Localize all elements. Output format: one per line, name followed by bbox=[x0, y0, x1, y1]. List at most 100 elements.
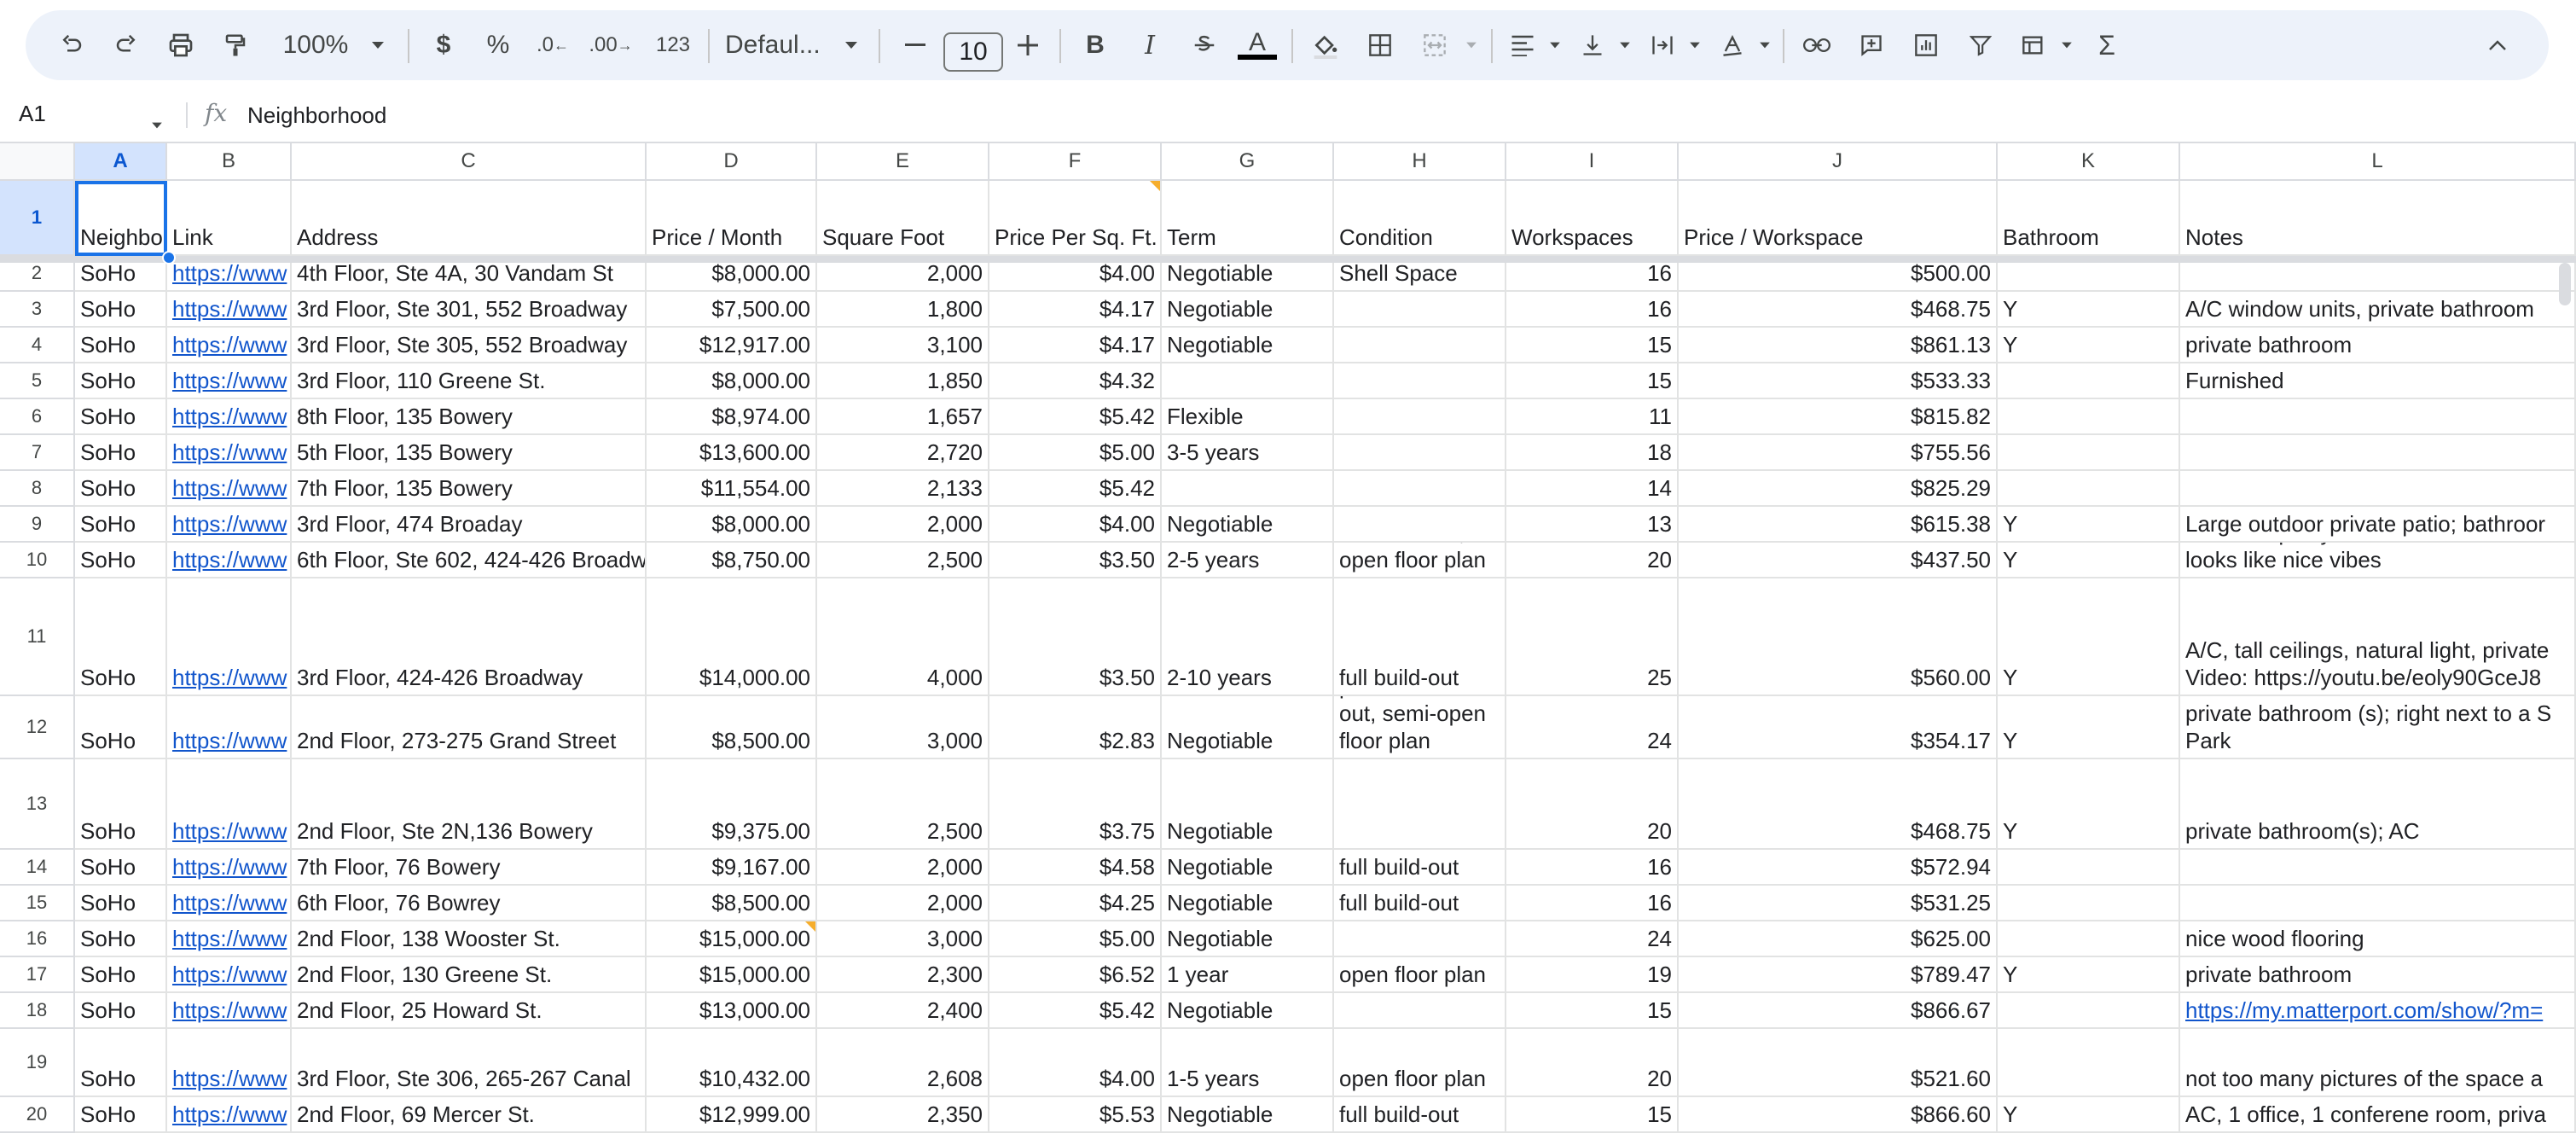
table-cell[interactable]: https://www bbox=[167, 543, 292, 578]
table-cell[interactable]: Y bbox=[1998, 696, 2180, 759]
table-cell[interactable]: $5.42 bbox=[989, 399, 1162, 435]
formula-input[interactable]: Neighborhood bbox=[247, 102, 386, 129]
table-cell[interactable] bbox=[1334, 399, 1506, 435]
table-cell[interactable] bbox=[1998, 1029, 2180, 1097]
table-cell[interactable]: 20 bbox=[1506, 759, 1679, 850]
table-cell[interactable]: $4.00 bbox=[989, 507, 1162, 543]
row-header[interactable]: 9 bbox=[0, 507, 75, 543]
table-cell[interactable]: $13,000.00 bbox=[647, 993, 817, 1029]
header-cell[interactable]: Price Per Sq. Ft. bbox=[989, 181, 1162, 256]
table-cell[interactable]: Negotiable bbox=[1162, 886, 1334, 921]
row-header[interactable]: 8 bbox=[0, 471, 75, 507]
table-cell[interactable]: $12,999.00 bbox=[647, 1097, 817, 1133]
table-cell[interactable]: SoHo bbox=[75, 1097, 167, 1133]
table-cell[interactable]: nice wood flooring bbox=[2180, 921, 2576, 957]
table-cell[interactable]: 3rd Floor, 474 Broaday bbox=[292, 507, 647, 543]
table-cell[interactable] bbox=[2180, 471, 2576, 507]
header-cell[interactable]: Condition bbox=[1334, 181, 1506, 256]
row-header[interactable]: 10 bbox=[0, 543, 75, 578]
zoom-select[interactable]: 100% bbox=[273, 10, 358, 80]
insert-link-icon[interactable] bbox=[1793, 10, 1841, 80]
note-indicator-icon[interactable] bbox=[1150, 181, 1160, 191]
borders-icon[interactable] bbox=[1356, 10, 1404, 80]
table-cell[interactable]: open floor plan bbox=[1334, 957, 1506, 993]
table-cell[interactable]: https://www bbox=[167, 471, 292, 507]
table-cell[interactable]: $8,000.00 bbox=[647, 363, 817, 399]
table-cell[interactable]: Flexible bbox=[1162, 399, 1334, 435]
row-header[interactable]: 15 bbox=[0, 886, 75, 921]
header-cell[interactable]: Address bbox=[292, 181, 647, 256]
fill-color-icon[interactable] bbox=[1302, 10, 1349, 80]
table-cell[interactable]: $10,432.00 bbox=[647, 1029, 817, 1097]
chevron-down-icon[interactable] bbox=[1614, 10, 1636, 80]
bold-button[interactable]: B bbox=[1071, 10, 1119, 80]
table-cell[interactable]: https://www bbox=[167, 886, 292, 921]
redo-icon[interactable] bbox=[102, 10, 150, 80]
table-cell[interactable] bbox=[1998, 399, 2180, 435]
table-cell[interactable]: 20 bbox=[1506, 1029, 1679, 1097]
table-cell[interactable]: 2,608 bbox=[817, 1029, 989, 1097]
table-cell[interactable]: full build-out,open floor plan bbox=[1334, 543, 1506, 578]
table-cell[interactable] bbox=[1334, 993, 1506, 1029]
table-cell[interactable]: $531.25 bbox=[1679, 886, 1998, 921]
header-cell[interactable]: Notes bbox=[2180, 181, 2576, 256]
table-cell[interactable]: 5th Floor, 135 Bowery bbox=[292, 435, 647, 471]
table-cell[interactable]: $437.50 bbox=[1679, 543, 1998, 578]
table-cell[interactable]: 3rd Floor, 110 Greene St. bbox=[292, 363, 647, 399]
table-cell[interactable]: 24 bbox=[1506, 921, 1679, 957]
table-cell[interactable]: Y bbox=[1998, 578, 2180, 696]
table-cell[interactable]: full build-out bbox=[1334, 1097, 1506, 1133]
table-cell[interactable]: Negotiable bbox=[1162, 921, 1334, 957]
row-header[interactable]: 20 bbox=[0, 1097, 75, 1133]
header-cell[interactable]: Term bbox=[1162, 181, 1334, 256]
table-cell[interactable]: SoHo bbox=[75, 328, 167, 363]
table-cell[interactable]: $625.00 bbox=[1679, 921, 1998, 957]
table-cell[interactable]: not too many pictures of the space a bbox=[2180, 1029, 2576, 1097]
table-cell[interactable] bbox=[2180, 435, 2576, 471]
table-cell[interactable] bbox=[1998, 363, 2180, 399]
table-cell[interactable]: 6th Floor, 76 Bowrey bbox=[292, 886, 647, 921]
table-cell[interactable]: $9,375.00 bbox=[647, 759, 817, 850]
table-cell[interactable]: SoHo bbox=[75, 507, 167, 543]
table-cell[interactable]: $789.47 bbox=[1679, 957, 1998, 993]
table-cell[interactable]: https://www bbox=[167, 993, 292, 1029]
header-cell[interactable]: Bathroom bbox=[1998, 181, 2180, 256]
table-cell[interactable]: $5.00 bbox=[989, 435, 1162, 471]
table-cell[interactable]: 6th Floor, Ste 602, 424-426 Broadw bbox=[292, 543, 647, 578]
table-cell[interactable]: 2nd Floor, 130 Greene St. bbox=[292, 957, 647, 993]
column-header-f[interactable]: F bbox=[989, 143, 1162, 181]
table-cell[interactable]: 2,000 bbox=[817, 507, 989, 543]
table-cell[interactable] bbox=[1162, 471, 1334, 507]
table-cell[interactable] bbox=[2180, 886, 2576, 921]
table-cell[interactable]: $14,000.00 bbox=[647, 578, 817, 696]
table-cell[interactable]: Negotiable bbox=[1162, 328, 1334, 363]
table-cell[interactable]: 15 bbox=[1506, 993, 1679, 1029]
table-cell[interactable]: https://www bbox=[167, 957, 292, 993]
chevron-down-icon[interactable] bbox=[1754, 10, 1776, 80]
text-wrap-icon[interactable] bbox=[1641, 10, 1684, 80]
table-cell[interactable]: SoHo bbox=[75, 399, 167, 435]
row-header[interactable]: 1 bbox=[0, 181, 75, 256]
table-cell[interactable] bbox=[1998, 993, 2180, 1029]
table-cell[interactable] bbox=[1998, 471, 2180, 507]
table-cell[interactable]: A/C, tall ceilings, natural light, priva… bbox=[2180, 543, 2576, 578]
chevron-down-icon[interactable] bbox=[1544, 10, 1566, 80]
table-cell[interactable]: $3.50 bbox=[989, 543, 1162, 578]
table-cell[interactable]: 3-5 years bbox=[1162, 435, 1334, 471]
print-icon[interactable] bbox=[157, 10, 205, 80]
decrease-font-size-icon[interactable] bbox=[894, 10, 937, 80]
table-cell[interactable]: https://www bbox=[167, 578, 292, 696]
table-cell[interactable]: Negotiable bbox=[1162, 759, 1334, 850]
table-cell[interactable] bbox=[1998, 921, 2180, 957]
filter-icon[interactable] bbox=[1957, 10, 2005, 80]
table-cell[interactable]: 15 bbox=[1506, 328, 1679, 363]
table-cell[interactable]: $468.75 bbox=[1679, 292, 1998, 328]
table-cell[interactable]: 8th Floor, 135 Bowery bbox=[292, 399, 647, 435]
merge-cells-icon[interactable] bbox=[1411, 10, 1459, 80]
table-cell[interactable]: full build-out bbox=[1334, 850, 1506, 886]
table-cell[interactable]: $5.53 bbox=[989, 1097, 1162, 1133]
table-cell[interactable]: $15,000.00 bbox=[647, 921, 817, 957]
table-cell[interactable]: Y bbox=[1998, 292, 2180, 328]
table-cell[interactable]: Large outdoor private patio; bathroor bbox=[2180, 507, 2576, 543]
table-cell[interactable]: https://www bbox=[167, 399, 292, 435]
